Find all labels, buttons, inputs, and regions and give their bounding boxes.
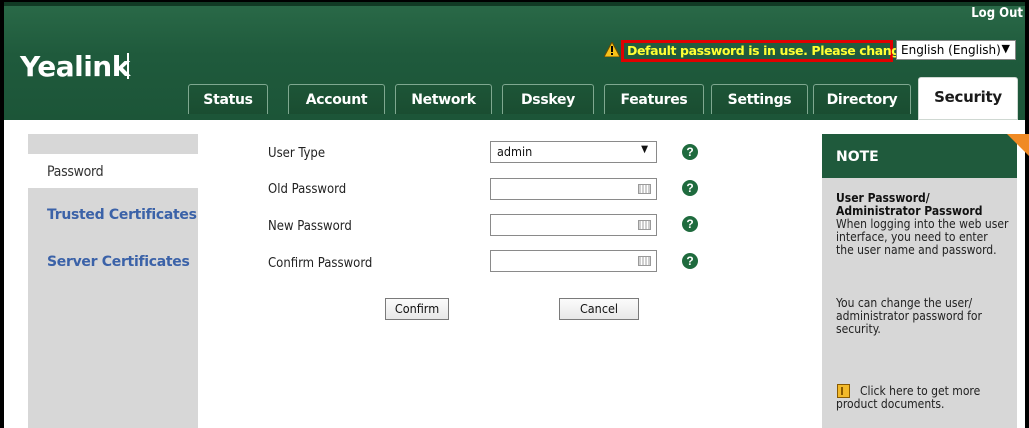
note-change-line3: security. xyxy=(836,322,881,336)
keyboard-icon[interactable] xyxy=(638,256,651,266)
tab-account[interactable]: Account xyxy=(288,84,385,114)
note-corner-fold xyxy=(1007,134,1029,157)
help-question-icon[interactable]: ? xyxy=(682,216,698,232)
sidebar-item-password[interactable]: Password xyxy=(47,164,104,180)
language-select-value: English (English) xyxy=(901,43,1001,57)
note-change-text: You can change the user/ administrator p… xyxy=(836,297,1016,336)
tab-network[interactable]: Network xyxy=(395,84,492,114)
tab-dsskey[interactable]: Dsskey xyxy=(502,84,594,114)
new-password-field[interactable] xyxy=(490,214,657,236)
language-select[interactable]: English (English) ▼ xyxy=(896,40,1016,60)
note-body-line2: interface, you need to enter xyxy=(836,230,988,244)
old-password-field[interactable] xyxy=(490,178,657,200)
user-type-label: User Type xyxy=(268,146,326,161)
user-type-value: admin xyxy=(497,144,533,159)
confirm-password-field[interactable] xyxy=(490,250,657,272)
cancel-button[interactable]: Cancel xyxy=(559,298,639,320)
chevron-down-icon: ▼ xyxy=(641,144,648,155)
note-heading-line2: Administrator Password xyxy=(836,204,983,218)
confirm-password-label: Confirm Password xyxy=(268,256,373,271)
header-top-strip xyxy=(4,2,1025,6)
keyboard-icon[interactable] xyxy=(638,220,651,230)
note-heading-line1: User Password/ xyxy=(836,191,930,205)
tab-status[interactable]: Status xyxy=(188,84,268,114)
docs-line1[interactable]: Click here to get more xyxy=(836,384,980,398)
note-body-line1: When logging into the web user xyxy=(836,217,1009,231)
tab-security[interactable]: Security xyxy=(918,77,1018,120)
sidebar-item-trusted-certificates[interactable]: Trusted Certificates xyxy=(47,207,197,223)
warning-triangle-icon xyxy=(604,42,620,57)
new-password-label: New Password xyxy=(268,219,352,234)
chevron-down-icon: ▼ xyxy=(1001,42,1010,55)
user-type-select[interactable]: admin ▼ xyxy=(490,141,657,163)
help-question-icon[interactable]: ? xyxy=(682,180,698,196)
confirm-button[interactable]: Confirm xyxy=(385,298,449,320)
docs-line2[interactable]: product documents. xyxy=(836,397,944,411)
default-password-warning[interactable]: Default password is in use. Please chang… xyxy=(627,43,914,58)
sidebar-item-server-certificates[interactable]: Server Certificates xyxy=(47,254,190,270)
help-question-icon[interactable]: ? xyxy=(682,253,698,269)
keyboard-icon[interactable] xyxy=(638,184,651,194)
logo-divider xyxy=(127,53,129,79)
note-title: NOTE xyxy=(836,149,879,165)
product-documents-link[interactable]: Click here to get more product documents… xyxy=(836,385,1016,411)
tab-directory[interactable]: Directory xyxy=(813,84,911,114)
logout-link[interactable]: Log Out xyxy=(971,6,1023,21)
old-password-label: Old Password xyxy=(268,182,347,197)
tab-settings[interactable]: Settings xyxy=(711,84,808,114)
note-change-line1: You can change the user/ xyxy=(836,296,973,310)
note-change-line2: administrator password for xyxy=(836,309,982,323)
help-question-icon[interactable]: ? xyxy=(682,144,698,160)
note-body-line3: the user name and password. xyxy=(836,243,997,257)
tab-features[interactable]: Features xyxy=(604,84,704,114)
note-heading: User Password/ Administrator Password Wh… xyxy=(836,192,1016,257)
yealink-logo: Yealink xyxy=(20,50,130,83)
